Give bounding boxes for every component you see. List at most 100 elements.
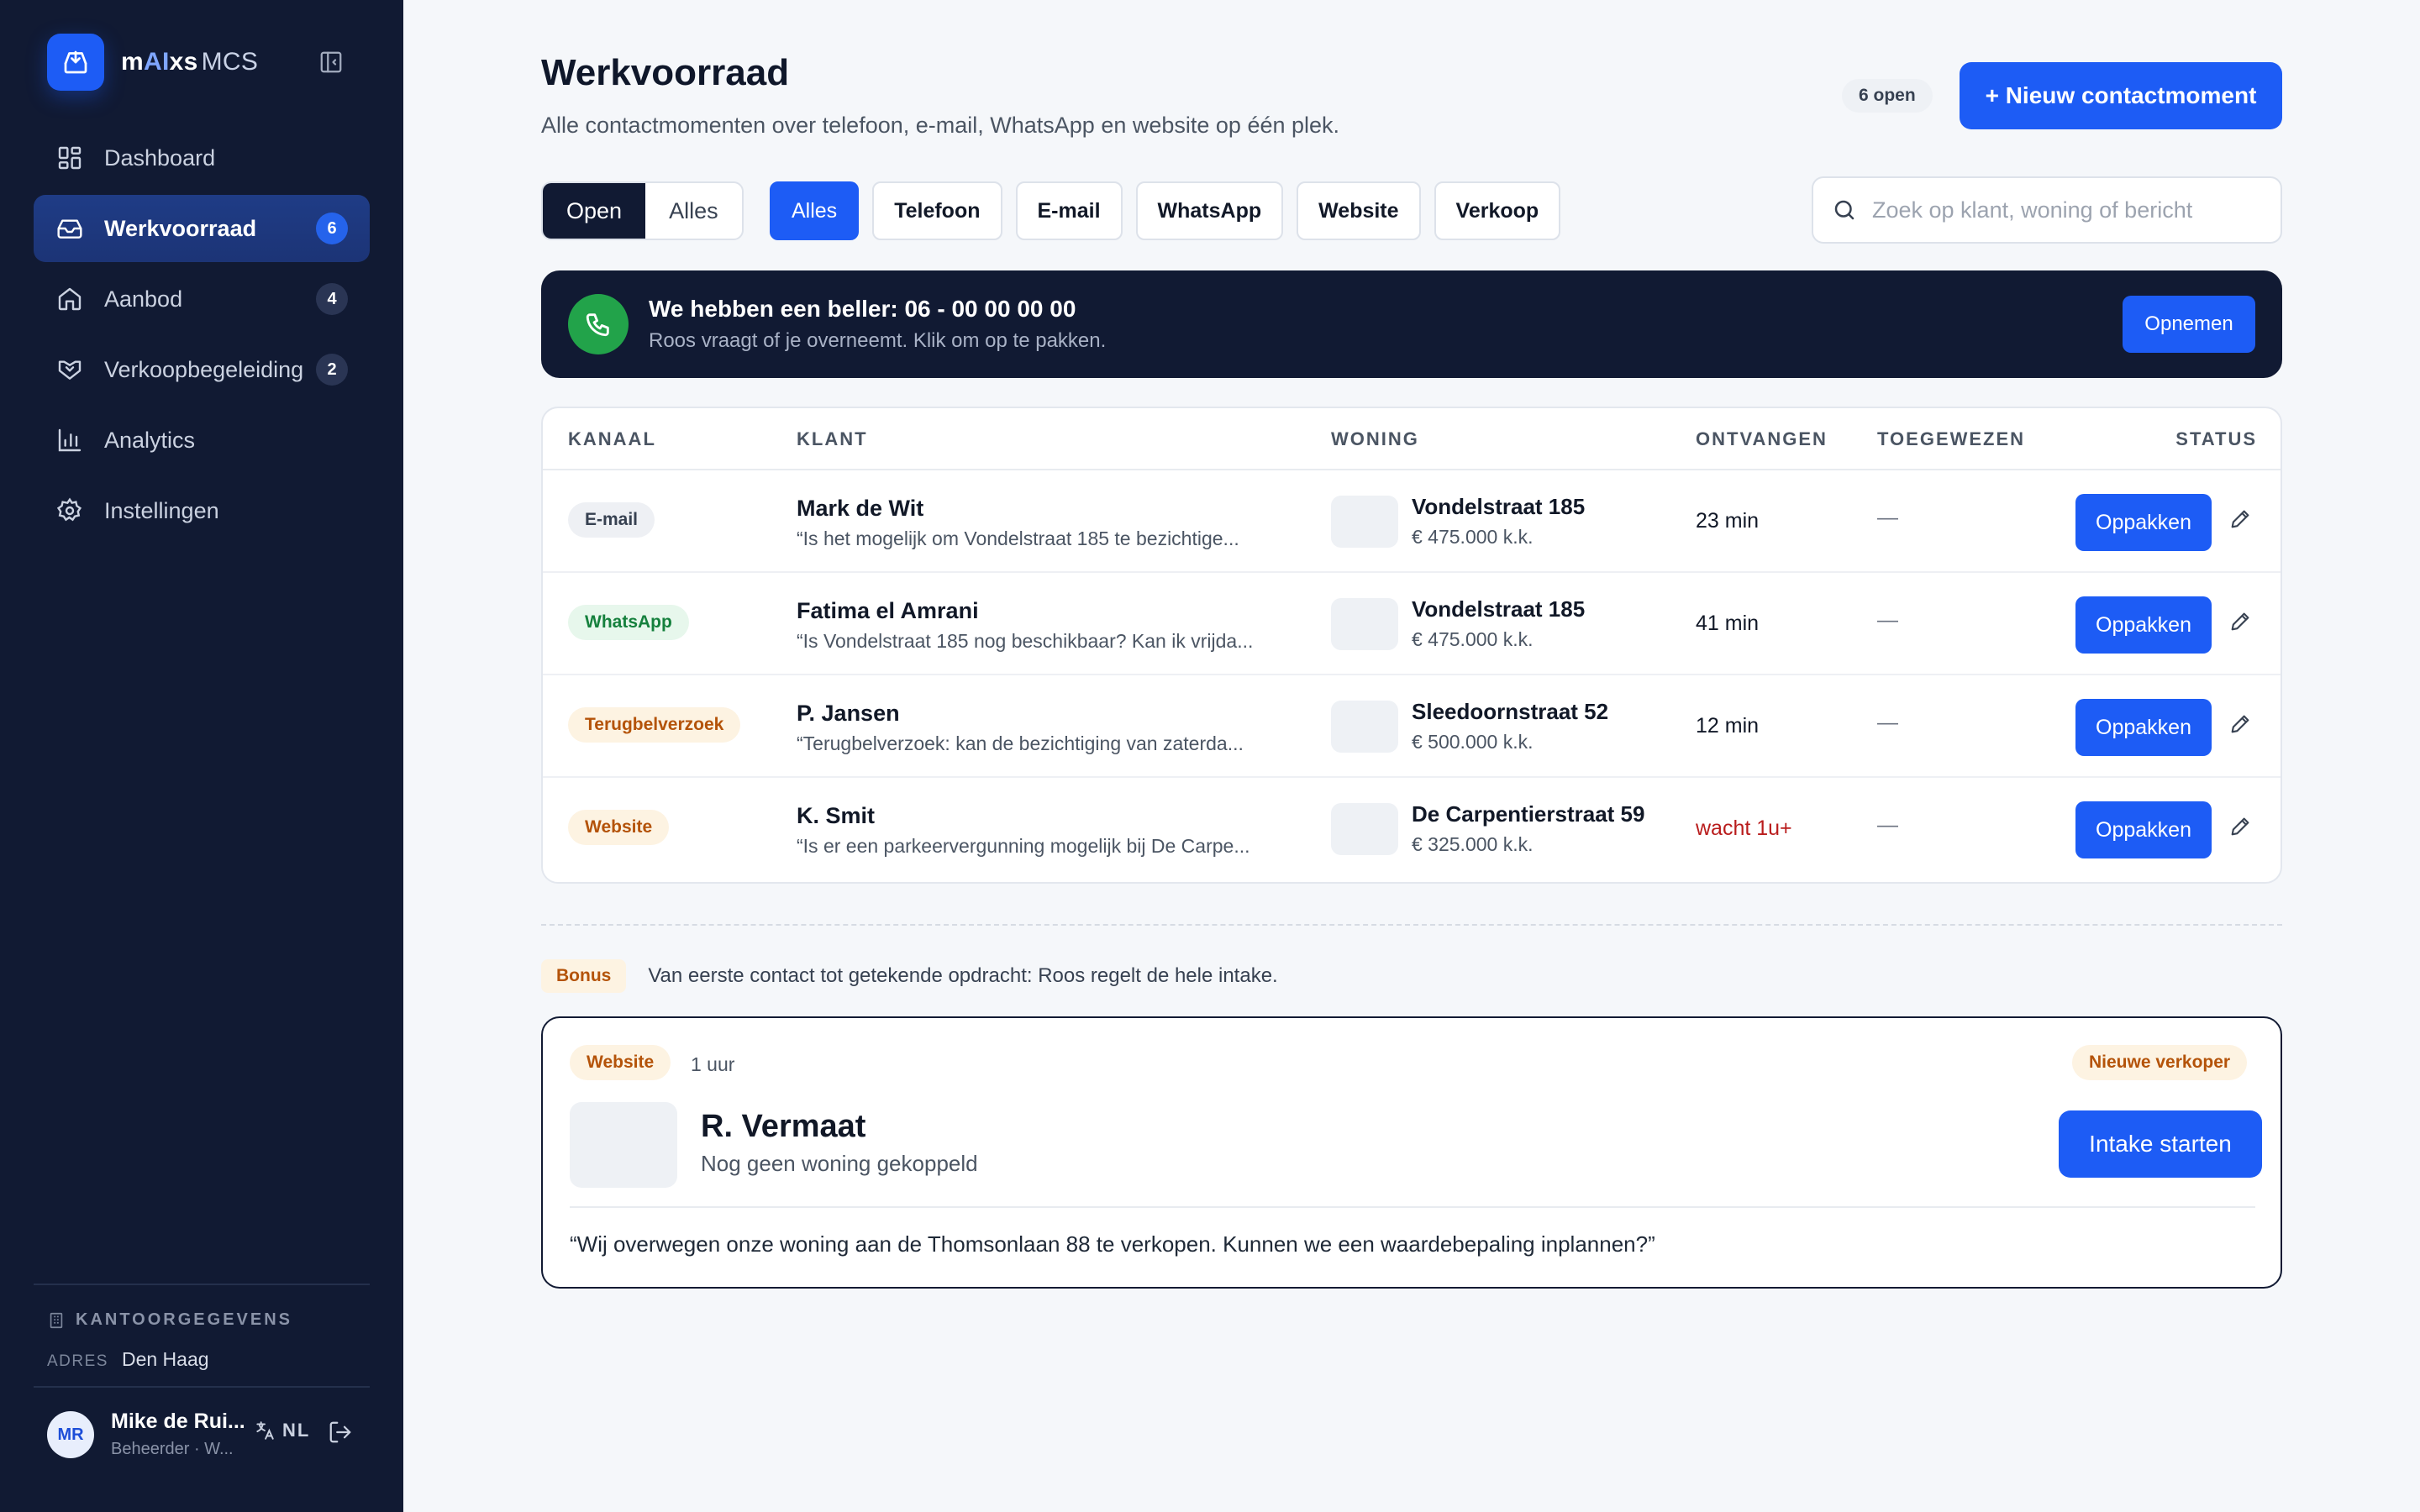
sidebar-item-label: Analytics xyxy=(104,427,196,453)
channel-badge: E-mail xyxy=(568,502,655,538)
pickup-button[interactable]: Oppakken xyxy=(2075,596,2212,654)
customer-name: Fatima el Amrani xyxy=(797,598,979,623)
search-icon xyxy=(1834,200,1854,220)
bonus-badge: Bonus xyxy=(541,959,627,993)
search-box xyxy=(1812,176,2282,244)
avatar[interactable]: MR xyxy=(47,1411,94,1458)
page-subtitle: Alle contactmomenten over telefoon, e-ma… xyxy=(541,113,1340,138)
customer-message: “Is Vondelstraat 185 nog beschikbaar? Ka… xyxy=(797,630,1254,652)
main-content: Werkvoorraad Alle contactmomenten over t… xyxy=(403,0,2420,1512)
open-count-badge: 6 open xyxy=(1842,79,1933,113)
assigned-to: — xyxy=(1877,608,1898,632)
pencil-icon[interactable] xyxy=(2228,712,2252,740)
app-logo[interactable]: mAIxs MCS xyxy=(47,34,350,91)
office-address-label: ADRES xyxy=(47,1352,108,1370)
bonus-text: Van eerste contact tot getekende opdrach… xyxy=(648,964,1278,987)
customer-message: “Terugbelverzoek: kan de bezichtiging va… xyxy=(797,732,1244,754)
new-contact-button[interactable]: + Nieuw contactmoment xyxy=(1960,62,2282,129)
lead-name: R. Vermaat xyxy=(701,1109,866,1144)
office-info: KANTOORGEGEVENS ADRES Den Haag xyxy=(34,1284,370,1371)
filter-alles[interactable]: Alles xyxy=(770,181,860,240)
contact-table: KANAAL KLANT WONING ONTVANGEN TOEGEWEZEN… xyxy=(541,407,2282,884)
answer-call-button[interactable]: Opnemen xyxy=(2123,296,2255,353)
count-badge: 4 xyxy=(316,283,348,315)
logout-icon[interactable] xyxy=(328,1420,353,1449)
sidebar-item-label: Dashboard xyxy=(104,144,216,171)
channel-filters: Alles Telefoon E-mail WhatsApp Website V… xyxy=(770,181,1574,240)
customer-message: “Is er een parkeervergunning mogelijk bi… xyxy=(797,835,1250,857)
user-role: Beheerder · W... xyxy=(111,1440,234,1458)
pickup-button[interactable]: Oppakken xyxy=(2075,699,2212,756)
house-thumbnail xyxy=(1331,496,1398,548)
column-woning[interactable]: WONING xyxy=(1331,428,1419,450)
channel-badge: Terugbelverzoek xyxy=(568,707,741,743)
received-time: 12 min xyxy=(1696,714,1760,738)
house-address: Vondelstraat 185 xyxy=(1412,596,1586,622)
channel-badge: WhatsApp xyxy=(568,605,689,640)
sidebar-item-aanbod[interactable]: Aanbod 4 xyxy=(34,265,370,333)
sidebar-item-instellingen[interactable]: Instellingen xyxy=(34,477,370,544)
search-input[interactable] xyxy=(1872,197,2267,223)
count-badge: 6 xyxy=(316,213,348,244)
lead-card[interactable]: Website 1 uur Nieuwe verkoper R. Vermaat… xyxy=(541,1016,2282,1289)
incoming-call-banner[interactable]: We hebben een beller: 06 - 00 00 00 00 R… xyxy=(541,270,2282,378)
assigned-to: — xyxy=(1877,506,1898,529)
app-name: mAIxs MCS xyxy=(121,48,259,76)
table-header: KANAAL KLANT WONING ONTVANGEN TOEGEWEZEN… xyxy=(543,408,2281,470)
customer-name: P. Jansen xyxy=(797,701,900,726)
table-row[interactable]: E-mail Mark de Wit “Is het mogelijk om V… xyxy=(543,470,2281,573)
segment-open[interactable]: Open xyxy=(543,183,646,239)
table-row[interactable]: Website K. Smit “Is er een parkeervergun… xyxy=(543,778,2281,880)
home-icon xyxy=(55,285,84,313)
column-klant[interactable]: KLANT xyxy=(797,428,868,450)
pencil-icon[interactable] xyxy=(2228,815,2252,843)
table-row[interactable]: Terugbelverzoek P. Jansen “Terugbelverzo… xyxy=(543,675,2281,778)
logo-icon xyxy=(47,34,104,91)
language-switcher[interactable]: NL xyxy=(254,1420,310,1441)
sidebar-collapse-icon[interactable] xyxy=(314,45,348,79)
call-title: We hebben een beller: 06 - 00 00 00 00 xyxy=(649,296,1076,322)
lead-subtitle: Nog geen woning gekoppeld xyxy=(701,1151,978,1176)
sidebar-item-analytics[interactable]: Analytics xyxy=(34,407,370,474)
phone-icon xyxy=(568,294,629,354)
pickup-button[interactable]: Oppakken xyxy=(2075,494,2212,551)
column-status[interactable]: STATUS xyxy=(2175,428,2257,450)
received-time: 41 min xyxy=(1696,612,1760,635)
segment-alles[interactable]: Alles xyxy=(645,183,742,239)
column-kanaal[interactable]: KANAAL xyxy=(568,428,656,450)
pencil-icon[interactable] xyxy=(2228,507,2252,535)
start-intake-button[interactable]: Intake starten xyxy=(2059,1110,2262,1178)
house-thumbnail xyxy=(1331,701,1398,753)
filter-verkoop[interactable]: Verkoop xyxy=(1434,181,1561,240)
sidebar-item-label: Verkoopbegeleiding xyxy=(104,356,304,382)
call-subtitle: Roos vraagt of je overneemt. Klik om op … xyxy=(649,329,1107,352)
sidebar-item-verkoopbegeleiding[interactable]: Verkoopbegeleiding 2 xyxy=(34,336,370,403)
channel-badge: Website xyxy=(568,810,670,845)
lead-time: 1 uur xyxy=(691,1053,735,1075)
sidebar: mAIxs MCS Dashboard Werkvoorraad 6 Aanbod… xyxy=(0,0,403,1512)
filter-telefoon[interactable]: Telefoon xyxy=(872,181,1002,240)
table-row[interactable]: WhatsApp Fatima el Amrani “Is Vondelstra… xyxy=(543,573,2281,675)
gear-icon xyxy=(55,496,84,525)
column-ontvangen[interactable]: ONTVANGEN xyxy=(1696,428,1828,450)
sidebar-item-werkvoorraad[interactable]: Werkvoorraad 6 xyxy=(34,195,370,262)
status-segment: Open Alles xyxy=(541,181,744,240)
column-toegewezen[interactable]: TOEGEWEZEN xyxy=(1877,428,2025,450)
filter-website[interactable]: Website xyxy=(1297,181,1421,240)
house-price: € 500.000 k.k. xyxy=(1412,731,1534,753)
sidebar-item-dashboard[interactable]: Dashboard xyxy=(34,124,370,192)
new-seller-badge: Nieuwe verkoper xyxy=(2072,1045,2248,1080)
grid-icon xyxy=(55,144,84,172)
count-badge: 2 xyxy=(316,354,348,386)
house-address: De Carpentierstraat 59 xyxy=(1412,801,1645,827)
filter-email[interactable]: E-mail xyxy=(1015,181,1123,240)
pickup-button[interactable]: Oppakken xyxy=(2075,801,2212,858)
assigned-to: — xyxy=(1877,813,1898,837)
pencil-icon[interactable] xyxy=(2228,610,2252,638)
bonus-row: Bonus Van eerste contact tot getekende o… xyxy=(541,959,1278,993)
house-thumbnail xyxy=(1331,598,1398,650)
page-title: Werkvoorraad xyxy=(541,52,790,93)
customer-name: K. Smit xyxy=(797,803,876,828)
filter-whatsapp[interactable]: WhatsApp xyxy=(1135,181,1284,240)
house-price: € 475.000 k.k. xyxy=(1412,526,1534,548)
